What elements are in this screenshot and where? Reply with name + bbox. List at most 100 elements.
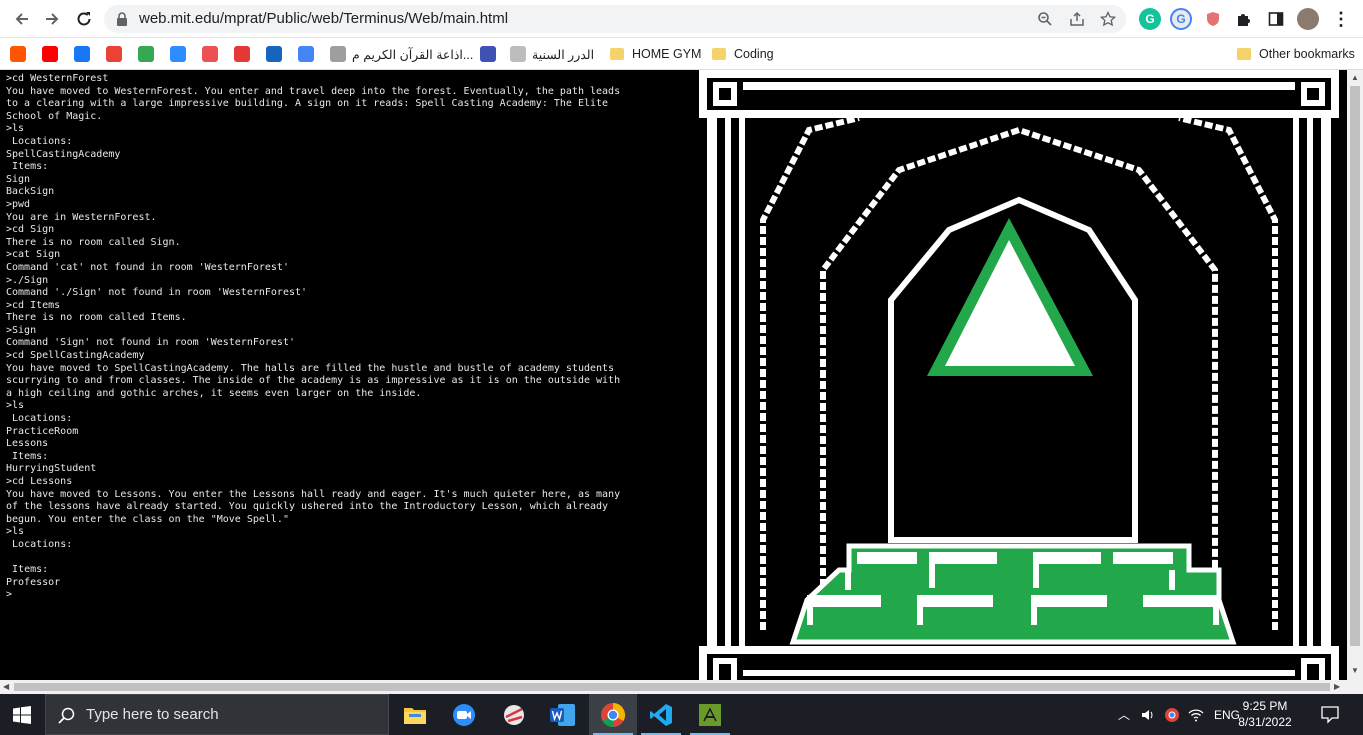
folder-icon (610, 48, 624, 60)
menu-dots-icon[interactable]: ⋮ (1330, 8, 1352, 30)
terminal-output-line: Locations: (6, 135, 73, 147)
terminal-output-line: PracticeRoom (6, 425, 79, 437)
chrome-tray-icon[interactable] (1164, 707, 1180, 723)
taskbar-search[interactable]: Type here to search (45, 694, 389, 735)
bookmark-9[interactable] (298, 44, 320, 64)
search-icon (58, 707, 75, 724)
bookmark-15[interactable]: Other bookmarks (1237, 44, 1355, 64)
share-icon[interactable] (1068, 11, 1086, 29)
taskbar-vscode[interactable] (637, 694, 685, 735)
terminal-output-line: There is no room called Sign. (6, 236, 181, 248)
google-translate-ext-icon[interactable]: G (1170, 8, 1192, 30)
horizontal-scroll-thumb[interactable] (14, 683, 1330, 691)
bookmark-label: اذاعة القرآن الكريم م... (352, 47, 474, 62)
taskbar-word[interactable] (539, 694, 587, 735)
zoom-lens-icon[interactable] (1036, 11, 1054, 29)
soundcloud-icon (10, 46, 26, 62)
taskbar-file-explorer[interactable] (391, 694, 439, 735)
terminal-command: >pwd (6, 198, 31, 210)
scroll-up-icon[interactable]: ▲ (1351, 73, 1359, 82)
bookmark-label: Other bookmarks (1259, 47, 1355, 61)
snipping-tool-icon (504, 704, 524, 725)
terminal-output-line: SpellCastingAcademy (6, 148, 121, 160)
vertical-scrollbar[interactable]: ▲ ▼ (1347, 70, 1363, 680)
zoom-icon (453, 703, 475, 726)
radio-icon (330, 46, 346, 62)
facebook-icon (74, 46, 90, 62)
system-tray: ︿ ENG (1118, 694, 1240, 735)
shield-extension-icon[interactable] (1202, 8, 1224, 30)
terminal-output-line: Command 'Sign' not found in room 'Wester… (6, 337, 295, 349)
taskbar-zoom[interactable] (440, 694, 488, 735)
bookmark-5[interactable] (170, 44, 192, 64)
terminal-output-line: You have moved to SpellCastingAcademy. T… (6, 362, 627, 399)
bookmark-1[interactable] (42, 44, 64, 64)
bookmark-0[interactable] (10, 44, 32, 64)
back-button[interactable] (10, 7, 34, 31)
bookmark-star-icon[interactable] (1099, 10, 1117, 29)
bookmark-14[interactable]: Coding (712, 44, 774, 64)
bookmark-6[interactable] (202, 44, 224, 64)
bookmark-11[interactable] (480, 44, 502, 64)
scroll-down-icon[interactable]: ▼ (1351, 666, 1359, 675)
puzzle-extensions-icon[interactable] (1233, 8, 1255, 30)
scroll-left-icon[interactable]: ◀ (3, 682, 9, 691)
terminal-app-icon (699, 703, 721, 726)
zoom-icon (170, 46, 186, 62)
start-button[interactable] (0, 694, 44, 735)
volume-icon[interactable] (1140, 707, 1156, 723)
bookmark-8[interactable] (266, 44, 288, 64)
terminal-command: >cat Sign (6, 249, 61, 261)
m-logo-icon (480, 46, 496, 62)
bookmark-3[interactable] (106, 44, 128, 64)
bookmark-10[interactable]: اذاعة القرآن الكريم م... (330, 44, 473, 64)
search-placeholder: Type here to search (86, 706, 219, 723)
bookmark-13[interactable]: HOME GYM (610, 44, 701, 64)
terminal-output-line: Items: (6, 564, 49, 576)
address-bar[interactable]: web.mit.edu/mprat/Public/web/Terminus/We… (104, 5, 1126, 33)
chevron-up-icon[interactable]: ︿ (1118, 706, 1130, 723)
horizontal-scrollbar[interactable]: ◀ ▶ (0, 680, 1363, 694)
taskbar-chrome[interactable] (589, 694, 637, 735)
terminal-output-line: Locations: (6, 413, 73, 425)
terminal-output[interactable]: >cd WesternForest You have moved to Weste… (0, 70, 699, 680)
terminal-output-line: Command 'cat' not found in room 'Western… (6, 261, 289, 273)
terminal-output-line: There is no room called Items. (6, 312, 187, 324)
terminal-output-line: You are in WesternForest. (6, 211, 157, 223)
terminal-output-line: You have moved to Lessons. You enter the… (6, 488, 627, 525)
notifications-button[interactable] (1320, 704, 1340, 729)
udemy-icon (202, 46, 218, 62)
sidepanel-icon[interactable] (1265, 8, 1287, 30)
vertical-scroll-thumb[interactable] (1350, 86, 1360, 646)
bookmarks-bar: اذاعة القرآن الكريم م... الدرر السنية HOME… (0, 38, 1363, 70)
bookmark-12[interactable]: الدرر السنية (510, 44, 594, 64)
terminal-command: >cd WesternForest (6, 73, 109, 84)
grammarly-icon[interactable]: G (1139, 8, 1161, 30)
wifi-icon[interactable] (1188, 707, 1204, 723)
reload-icon (77, 12, 91, 26)
e-icon (266, 46, 282, 62)
chrome-icon (601, 702, 626, 727)
terminal-output-line: Sign (6, 173, 31, 185)
windows-logo-icon (13, 705, 31, 724)
right-column (1321, 118, 1331, 648)
terminal-command: >cd SpellCastingAcademy (6, 350, 145, 362)
bookmark-2[interactable] (74, 44, 96, 64)
profile-avatar-icon[interactable] (1297, 8, 1319, 30)
taskbar-clock[interactable]: 9:25 PM 8/31/2022 (1232, 698, 1298, 730)
bookmark-7[interactable] (234, 44, 256, 64)
terminal-output-line: Items: (6, 450, 49, 462)
terminal-command: > (6, 589, 13, 601)
bookmark-4[interactable] (138, 44, 160, 64)
reload-button[interactable] (72, 7, 96, 31)
taskbar-terminal-app[interactable] (686, 694, 734, 735)
vscode-icon (650, 703, 672, 726)
terminal-output-line: Items: (6, 161, 49, 173)
forward-button[interactable] (40, 7, 64, 31)
terminal-output-line: HurryingStudent (6, 463, 97, 475)
taskbar-snipping-tool[interactable] (490, 694, 538, 735)
windows-taskbar: Type here to search ︿ ENG 9:25 PM 8/31/2… (0, 694, 1363, 735)
scroll-right-icon[interactable]: ▶ (1334, 682, 1340, 691)
notification-icon (1321, 706, 1339, 724)
